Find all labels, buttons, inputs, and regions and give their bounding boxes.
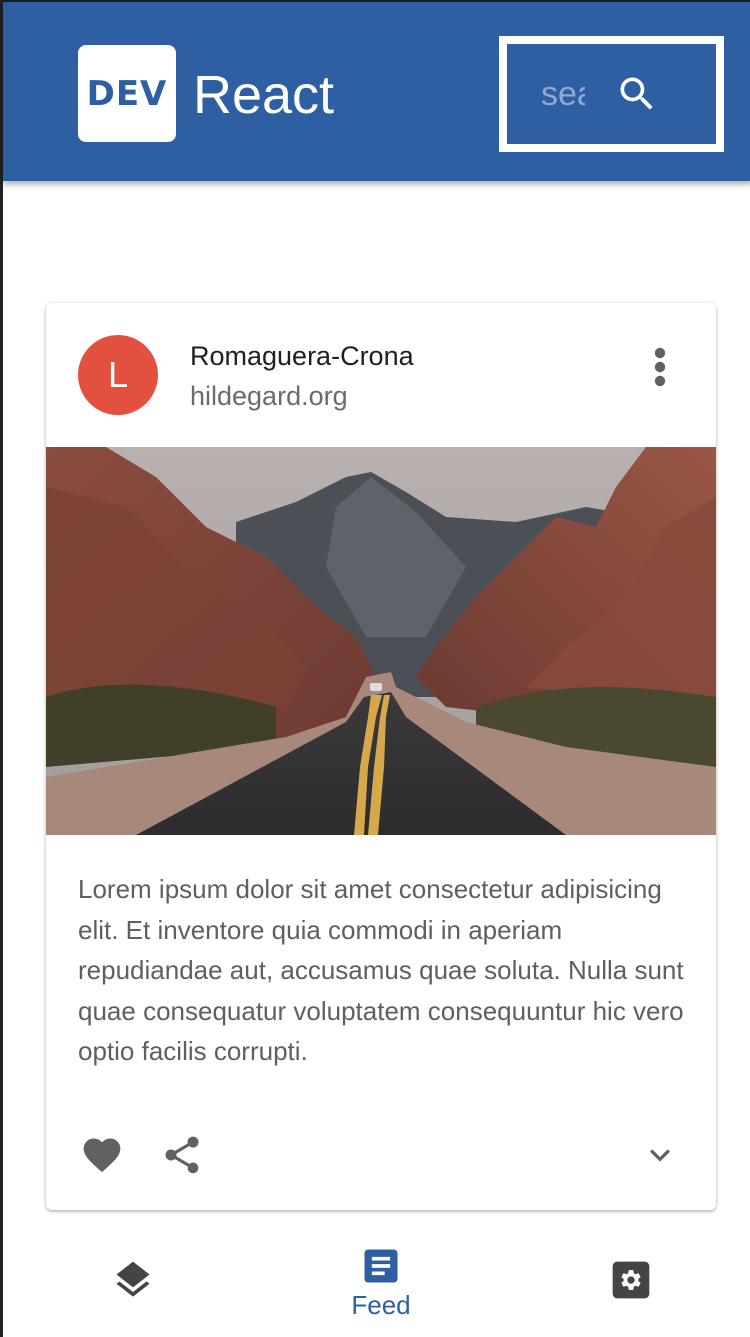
nav-item-layers[interactable] — [73, 1222, 193, 1337]
card-title: Romaguera-Crona — [190, 341, 414, 371]
search-box[interactable] — [499, 36, 724, 152]
card-media-image — [46, 447, 716, 835]
app-bar: DEV React — [3, 0, 750, 181]
nav-item-settings[interactable] — [571, 1222, 691, 1337]
dev-logo[interactable]: DEV — [78, 45, 176, 142]
nav-item-feed[interactable]: Feed — [321, 1222, 441, 1337]
more-vert-icon[interactable] — [646, 347, 674, 387]
card-subtitle: hildegard.org — [190, 381, 348, 411]
post-card: L Romaguera-Crona hildegard.org Lorem ip… — [46, 303, 716, 1210]
card-body-text: Lorem ipsum dolor sit amet consectetur a… — [78, 874, 684, 1066]
share-icon[interactable] — [160, 1133, 204, 1177]
settings-icon — [612, 1261, 650, 1299]
app-title: React — [193, 65, 335, 125]
layers-icon — [116, 1261, 150, 1297]
article-icon — [364, 1249, 398, 1283]
search-input[interactable] — [541, 74, 585, 114]
expand-more-icon[interactable] — [640, 1135, 680, 1175]
favorite-icon[interactable] — [80, 1133, 124, 1177]
avatar: L — [78, 335, 158, 415]
nav-label-feed: Feed — [351, 1290, 411, 1320]
bottom-navigation: Feed — [3, 1222, 750, 1337]
search-icon[interactable] — [615, 72, 659, 116]
